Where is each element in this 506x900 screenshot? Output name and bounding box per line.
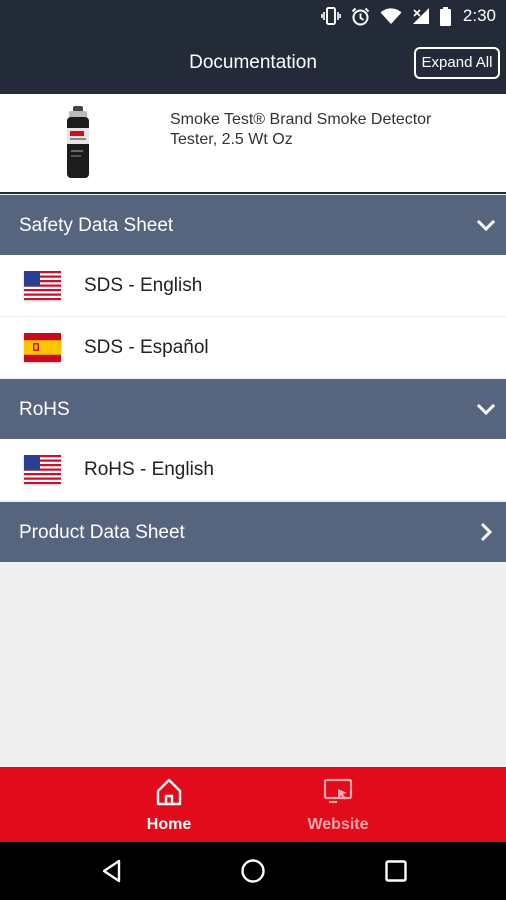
system-nav-bar (0, 842, 506, 900)
doc-row-rohs-english[interactable]: RoHS - English (0, 439, 506, 500)
section-label: RoHS (19, 399, 70, 420)
nav-label: Website (307, 816, 369, 833)
us-flag-icon (24, 271, 61, 300)
us-flag-icon (24, 455, 61, 484)
wifi-icon (380, 7, 402, 25)
section-label: Safety Data Sheet (19, 215, 174, 236)
es-flag-icon (24, 333, 61, 362)
nav-home[interactable]: Home (119, 767, 219, 842)
website-icon (323, 777, 353, 807)
recents-icon[interactable] (383, 858, 409, 884)
doc-row-sds-english[interactable]: SDS - English (0, 255, 506, 316)
expand-all-button[interactable]: Expand All (414, 47, 500, 79)
chevron-down-icon (474, 213, 498, 237)
section-label: Product Data Sheet (19, 522, 185, 543)
product-image (62, 106, 94, 180)
vibrate-icon (321, 7, 341, 25)
signal-icon (412, 7, 430, 25)
status-icons: 2:30 (321, 5, 496, 27)
home-icon (154, 777, 184, 807)
section-safety-data-sheet[interactable]: Safety Data Sheet (0, 195, 506, 255)
alarm-icon (351, 7, 370, 26)
nav-website[interactable]: Website (288, 767, 388, 842)
chevron-down-icon (474, 397, 498, 421)
section-product-data-sheet[interactable]: Product Data Sheet (0, 502, 506, 562)
clock: 2:30 (462, 6, 496, 25)
battery-icon (439, 6, 451, 26)
product-name: Smoke Test® Brand Smoke Detector Tester,… (170, 111, 432, 148)
doc-label: SDS - Español (84, 337, 209, 358)
doc-label: RoHS - English (84, 459, 214, 480)
product-header: Smoke Test® Brand Smoke Detector Tester,… (0, 94, 506, 194)
section-rohs[interactable]: RoHS (0, 379, 506, 439)
status-bar: 2:30 (0, 0, 506, 32)
nav-label: Home (146, 816, 192, 833)
doc-label: SDS - English (84, 275, 203, 296)
app-bar: Documentation Expand All (0, 32, 506, 94)
back-icon[interactable] (99, 858, 125, 884)
chevron-right-icon (474, 520, 498, 544)
home-circle-icon[interactable] (240, 858, 266, 884)
doc-row-sds-espanol[interactable]: SDS - Español (0, 317, 506, 378)
bottom-nav: Home Website (0, 767, 506, 842)
